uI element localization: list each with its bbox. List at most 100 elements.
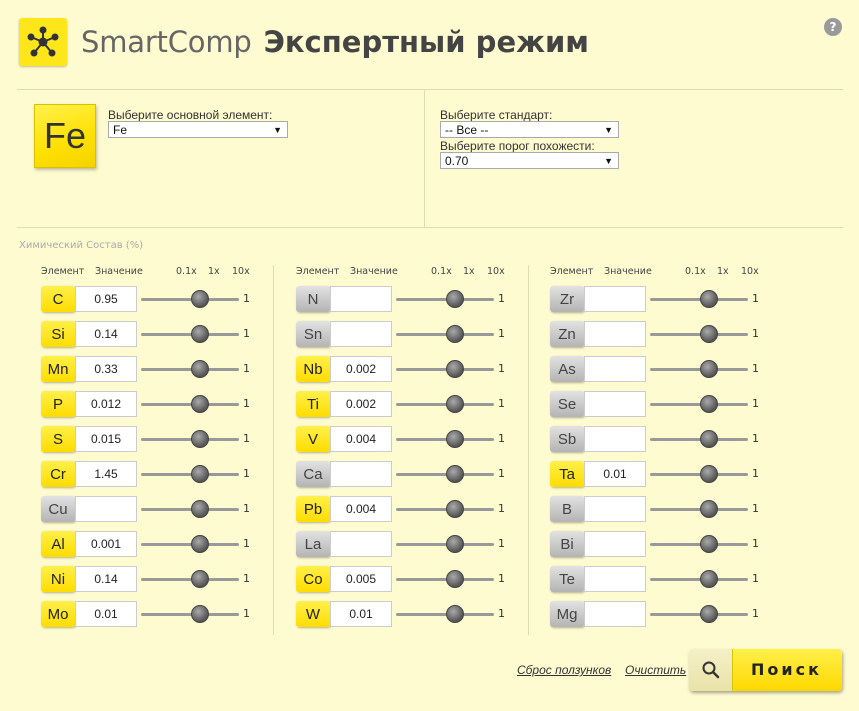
element-toggle[interactable]: Si [41, 321, 75, 347]
multiplier-slider-handle[interactable] [191, 395, 209, 413]
multiplier-slider-track[interactable] [650, 298, 748, 301]
multiplier-slider-track[interactable] [141, 368, 239, 371]
multiplier-slider-handle[interactable] [700, 570, 718, 588]
multiplier-slider-track[interactable] [396, 333, 494, 336]
help-icon[interactable]: ? [824, 18, 842, 36]
multiplier-slider-handle[interactable] [191, 290, 209, 308]
element-value-input[interactable]: 0.015 [75, 426, 137, 452]
element-value-input[interactable] [584, 566, 646, 592]
multiplier-slider-handle[interactable] [700, 535, 718, 553]
multiplier-slider-track[interactable] [650, 578, 748, 581]
element-toggle[interactable]: Sb [550, 426, 584, 452]
multiplier-slider-track[interactable] [141, 508, 239, 511]
multiplier-slider-handle[interactable] [191, 570, 209, 588]
multiplier-slider-handle[interactable] [446, 360, 464, 378]
multiplier-slider-track[interactable] [396, 543, 494, 546]
element-toggle[interactable]: P [41, 391, 75, 417]
multiplier-slider-handle[interactable] [700, 325, 718, 343]
multiplier-slider-handle[interactable] [191, 360, 209, 378]
multiplier-slider-handle[interactable] [191, 500, 209, 518]
multiplier-slider-handle[interactable] [446, 325, 464, 343]
element-value-input[interactable]: 0.002 [330, 391, 392, 417]
element-toggle[interactable]: Cu [41, 496, 75, 522]
element-toggle[interactable]: N [296, 286, 330, 312]
element-toggle[interactable]: Pb [296, 496, 330, 522]
multiplier-slider-handle[interactable] [700, 395, 718, 413]
multiplier-slider-handle[interactable] [446, 430, 464, 448]
element-value-input[interactable] [584, 426, 646, 452]
multiplier-slider-track[interactable] [650, 403, 748, 406]
multiplier-slider-handle[interactable] [446, 570, 464, 588]
multiplier-slider-handle[interactable] [446, 535, 464, 553]
element-value-input[interactable]: 0.01 [330, 601, 392, 627]
element-value-input[interactable]: 0.002 [330, 356, 392, 382]
multiplier-slider-handle[interactable] [446, 500, 464, 518]
element-value-input[interactable] [330, 321, 392, 347]
element-value-input[interactable]: 0.33 [75, 356, 137, 382]
multiplier-slider-track[interactable] [141, 298, 239, 301]
element-toggle[interactable]: La [296, 531, 330, 557]
multiplier-slider-handle[interactable] [446, 605, 464, 623]
clear-link[interactable]: Очистить [625, 663, 686, 677]
multiplier-slider-track[interactable] [396, 298, 494, 301]
element-value-input[interactable]: 0.001 [75, 531, 137, 557]
multiplier-slider-handle[interactable] [191, 325, 209, 343]
multiplier-slider-track[interactable] [396, 578, 494, 581]
multiplier-slider-track[interactable] [141, 543, 239, 546]
multiplier-slider-handle[interactable] [700, 430, 718, 448]
base-element-select[interactable]: Fe ▼ [108, 121, 288, 138]
multiplier-slider-track[interactable] [650, 508, 748, 511]
element-value-input[interactable]: 0.01 [75, 601, 137, 627]
element-value-input[interactable] [330, 286, 392, 312]
element-value-input[interactable] [330, 461, 392, 487]
element-value-input[interactable]: 1.45 [75, 461, 137, 487]
multiplier-slider-track[interactable] [650, 368, 748, 371]
multiplier-slider-track[interactable] [396, 473, 494, 476]
element-toggle[interactable]: Co [296, 566, 330, 592]
element-value-input[interactable]: 0.01 [584, 461, 646, 487]
multiplier-slider-handle[interactable] [191, 535, 209, 553]
multiplier-slider-track[interactable] [141, 438, 239, 441]
multiplier-slider-track[interactable] [650, 543, 748, 546]
element-value-input[interactable]: 0.004 [330, 426, 392, 452]
element-value-input[interactable] [584, 356, 646, 382]
element-toggle[interactable]: W [296, 601, 330, 627]
multiplier-slider-track[interactable] [141, 613, 239, 616]
element-toggle[interactable]: Sn [296, 321, 330, 347]
element-toggle[interactable]: V [296, 426, 330, 452]
element-toggle[interactable]: Mn [41, 356, 75, 382]
multiplier-slider-track[interactable] [396, 403, 494, 406]
multiplier-slider-handle[interactable] [700, 465, 718, 483]
element-value-input[interactable]: 0.14 [75, 566, 137, 592]
element-value-input[interactable] [584, 496, 646, 522]
multiplier-slider-track[interactable] [396, 508, 494, 511]
element-toggle[interactable]: B [550, 496, 584, 522]
multiplier-slider-track[interactable] [650, 333, 748, 336]
element-toggle[interactable]: Cr [41, 461, 75, 487]
element-toggle[interactable]: Al [41, 531, 75, 557]
multiplier-slider-handle[interactable] [700, 360, 718, 378]
element-toggle[interactable]: As [550, 356, 584, 382]
element-toggle[interactable]: C [41, 286, 75, 312]
element-value-input[interactable] [330, 531, 392, 557]
multiplier-slider-track[interactable] [141, 403, 239, 406]
multiplier-slider-track[interactable] [650, 613, 748, 616]
multiplier-slider-track[interactable] [396, 368, 494, 371]
threshold-select[interactable]: 0.70 ▼ [440, 152, 619, 169]
element-value-input[interactable]: 0.004 [330, 496, 392, 522]
multiplier-slider-track[interactable] [650, 473, 748, 476]
element-toggle[interactable]: Zr [550, 286, 584, 312]
element-toggle[interactable]: S [41, 426, 75, 452]
element-toggle[interactable]: Ti [296, 391, 330, 417]
element-value-input[interactable] [584, 531, 646, 557]
element-toggle[interactable]: Mg [550, 601, 584, 627]
element-toggle[interactable]: Mo [41, 601, 75, 627]
element-value-input[interactable] [75, 496, 137, 522]
multiplier-slider-track[interactable] [141, 473, 239, 476]
multiplier-slider-track[interactable] [141, 578, 239, 581]
element-toggle[interactable]: Nb [296, 356, 330, 382]
multiplier-slider-handle[interactable] [700, 605, 718, 623]
multiplier-slider-handle[interactable] [446, 395, 464, 413]
element-toggle[interactable]: Ca [296, 461, 330, 487]
element-value-input[interactable] [584, 286, 646, 312]
